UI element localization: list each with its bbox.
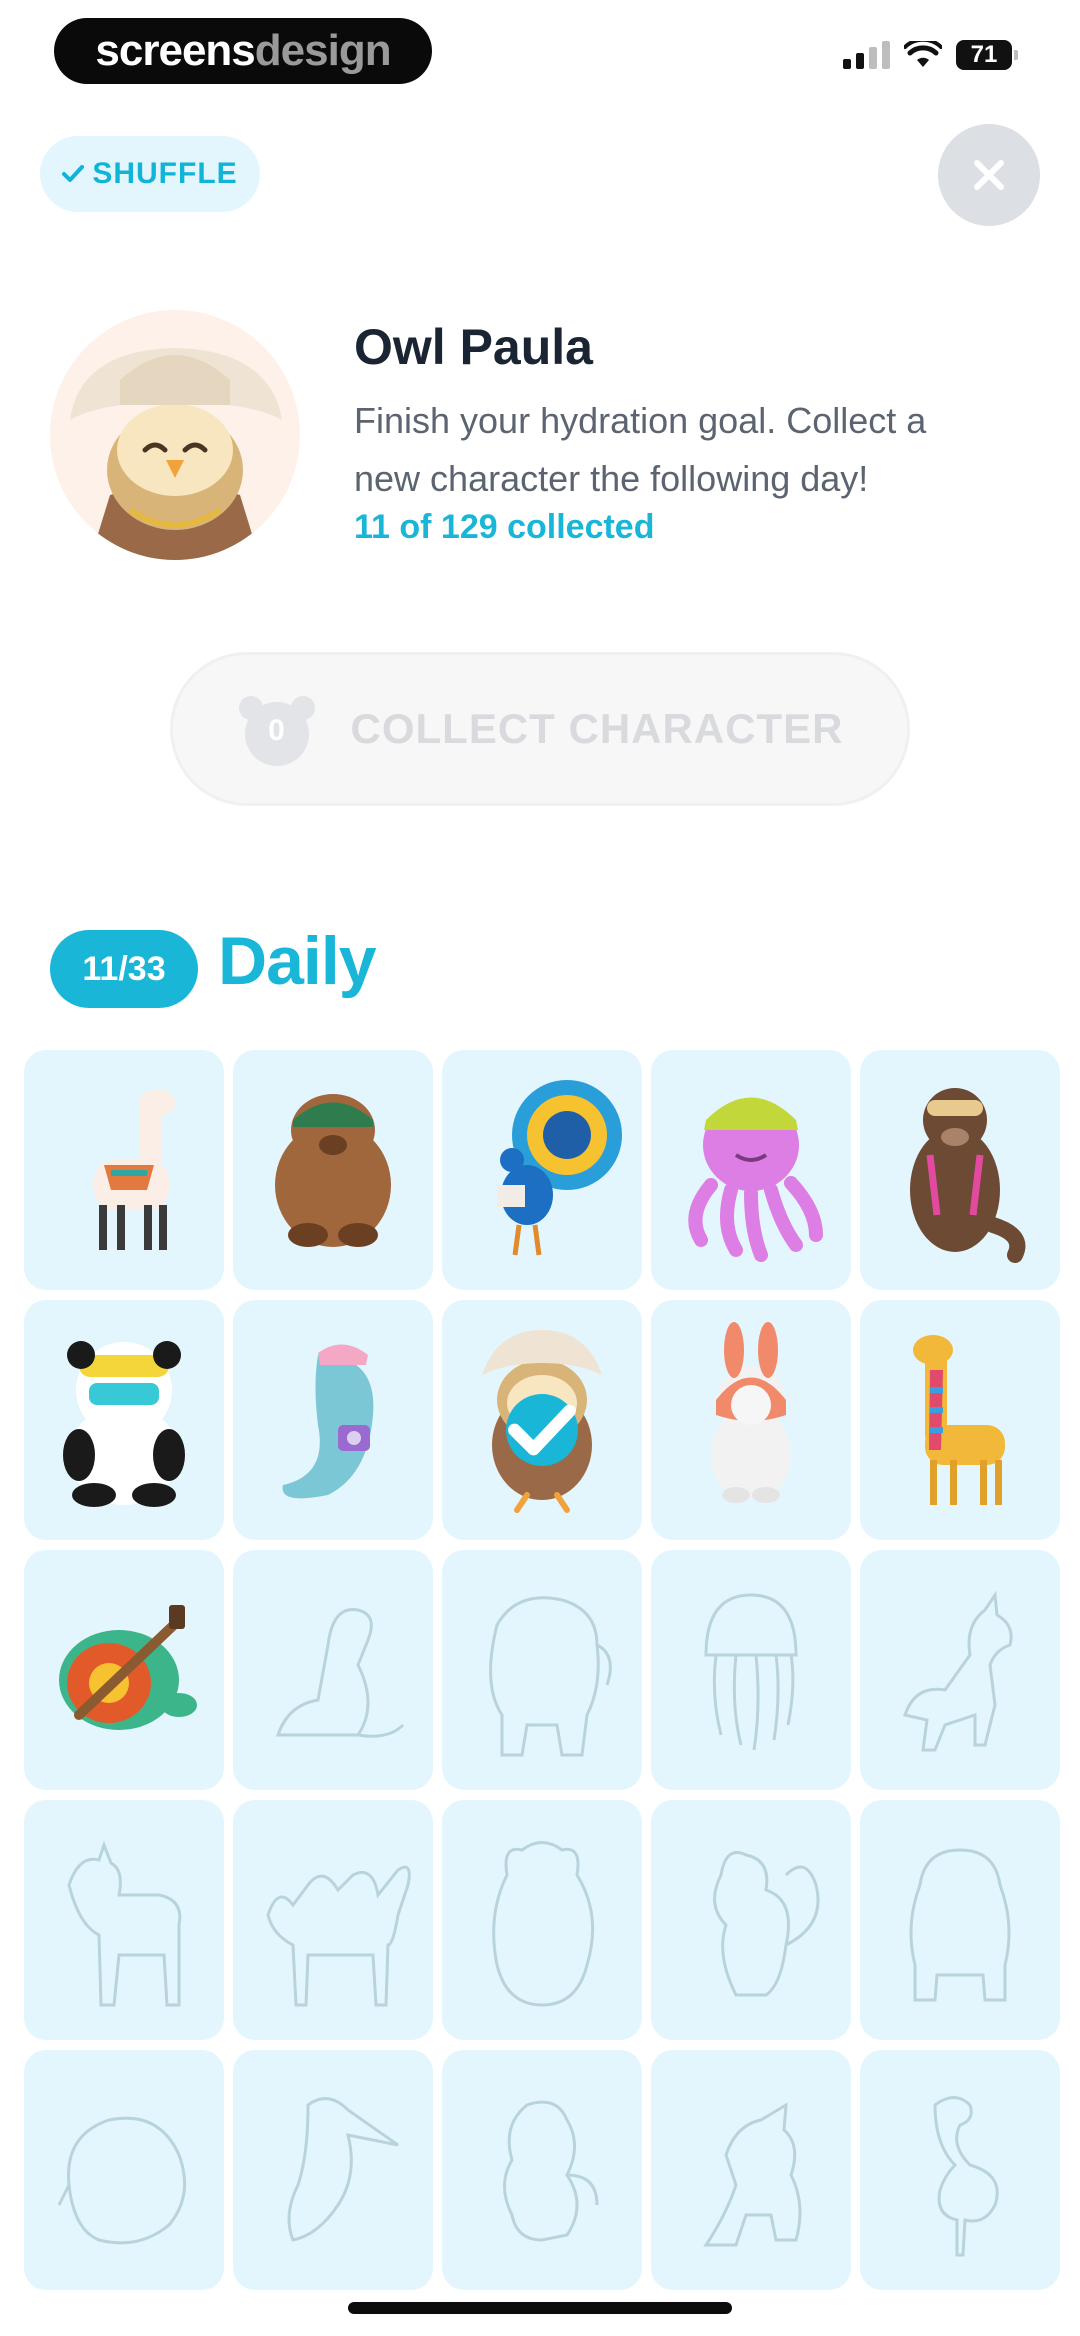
goat-icon	[67, 1840, 182, 2007]
brand-text-screens: screens	[95, 26, 255, 75]
status-bar: 71	[843, 40, 1018, 70]
bunny-icon	[711, 1322, 791, 1503]
character-description: Finish your hydration goal. Collect a ne…	[354, 400, 927, 499]
shuffle-label: SHUFFLE	[92, 157, 238, 190]
collect-badge-count: 0	[268, 714, 285, 747]
dinosaur-icon	[275, 1607, 405, 1738]
octopus-icon	[688, 1097, 823, 1262]
octopus-sticker[interactable]	[651, 1050, 851, 1290]
battery-icon: 71	[956, 40, 1018, 70]
turtle-sticker[interactable]	[24, 1550, 224, 1790]
camel-silhouette[interactable]	[233, 1800, 433, 2040]
dragon-silhouette[interactable]	[651, 2050, 851, 2290]
unicorn-icon	[903, 1590, 1013, 1752]
elephant-silhouette[interactable]	[442, 1550, 642, 1790]
panda-sticker[interactable]	[24, 1300, 224, 1540]
bear-icon	[275, 1094, 391, 1247]
pelican-icon	[287, 2097, 399, 2242]
character-grid	[24, 1050, 1060, 2290]
otter-sticker[interactable]	[860, 1050, 1060, 1290]
close-icon	[974, 160, 1004, 190]
collected-count: 11 of 129 collected	[354, 508, 655, 546]
collect-character-button[interactable]: 0 COLLECT CHARACTER	[170, 652, 910, 806]
dolphin-icon	[282, 1344, 374, 1499]
collect-character-label: COLLECT CHARACTER	[350, 705, 844, 752]
bulldog-silhouette[interactable]	[860, 1800, 1060, 2040]
turtle-icon	[59, 1605, 197, 1730]
brand-text-design: design	[254, 26, 392, 75]
monkey-icon	[503, 2100, 599, 2242]
signal-icon	[843, 41, 890, 69]
character-avatar	[50, 310, 300, 560]
otter-icon	[910, 1088, 1026, 1263]
hamster-icon	[492, 1841, 595, 2007]
flamingo-icon	[933, 2096, 999, 2257]
giraffe-sticker[interactable]	[860, 1300, 1060, 1540]
home-indicator	[348, 2302, 732, 2314]
llama-sticker[interactable]	[24, 1050, 224, 1290]
wifi-icon	[904, 41, 942, 67]
screensdesign-logo: screens design	[54, 18, 432, 84]
hedgehog-silhouette[interactable]	[24, 2050, 224, 2290]
hamster-silhouette[interactable]	[442, 1800, 642, 2040]
squirrel-silhouette[interactable]	[651, 1800, 851, 2040]
selected-checkmark-icon	[506, 1394, 578, 1466]
goat-silhouette[interactable]	[24, 1800, 224, 2040]
owl-icon	[70, 348, 282, 560]
pelican-silhouette[interactable]	[233, 2050, 433, 2290]
elephant-icon	[489, 1596, 612, 1757]
owl-sticker[interactable]	[442, 1300, 642, 1540]
close-button[interactable]	[938, 124, 1040, 226]
dinosaur-silhouette[interactable]	[233, 1550, 433, 1790]
llama-icon	[94, 1089, 175, 1250]
jellyfish-icon	[704, 1593, 798, 1751]
bear-badge-icon: 0	[237, 692, 317, 766]
bulldog-icon	[909, 1848, 1011, 2002]
panda-icon	[63, 1341, 185, 1507]
section-title: Daily	[218, 923, 377, 999]
monkey-silhouette[interactable]	[442, 2050, 642, 2290]
giraffe-icon	[913, 1335, 1005, 1505]
squirrel-icon	[713, 1851, 820, 1997]
flamingo-silhouette[interactable]	[860, 2050, 1060, 2290]
bear-sticker[interactable]	[233, 1050, 433, 1290]
jellyfish-silhouette[interactable]	[651, 1550, 851, 1790]
daily-progress-badge: 11/33	[50, 930, 198, 1008]
dolphin-sticker[interactable]	[233, 1300, 433, 1540]
unicorn-silhouette[interactable]	[860, 1550, 1060, 1790]
character-name: Owl Paula	[354, 319, 593, 375]
hedgehog-icon	[57, 2116, 187, 2245]
camel-icon	[266, 1865, 411, 2007]
shuffle-toggle[interactable]: SHUFFLE	[40, 136, 260, 212]
dragon-icon	[703, 2102, 802, 2247]
peacock-sticker[interactable]	[442, 1050, 642, 1290]
checkmark-icon	[62, 165, 85, 182]
peacock-icon	[497, 1080, 622, 1256]
bunny-sticker[interactable]	[651, 1300, 851, 1540]
